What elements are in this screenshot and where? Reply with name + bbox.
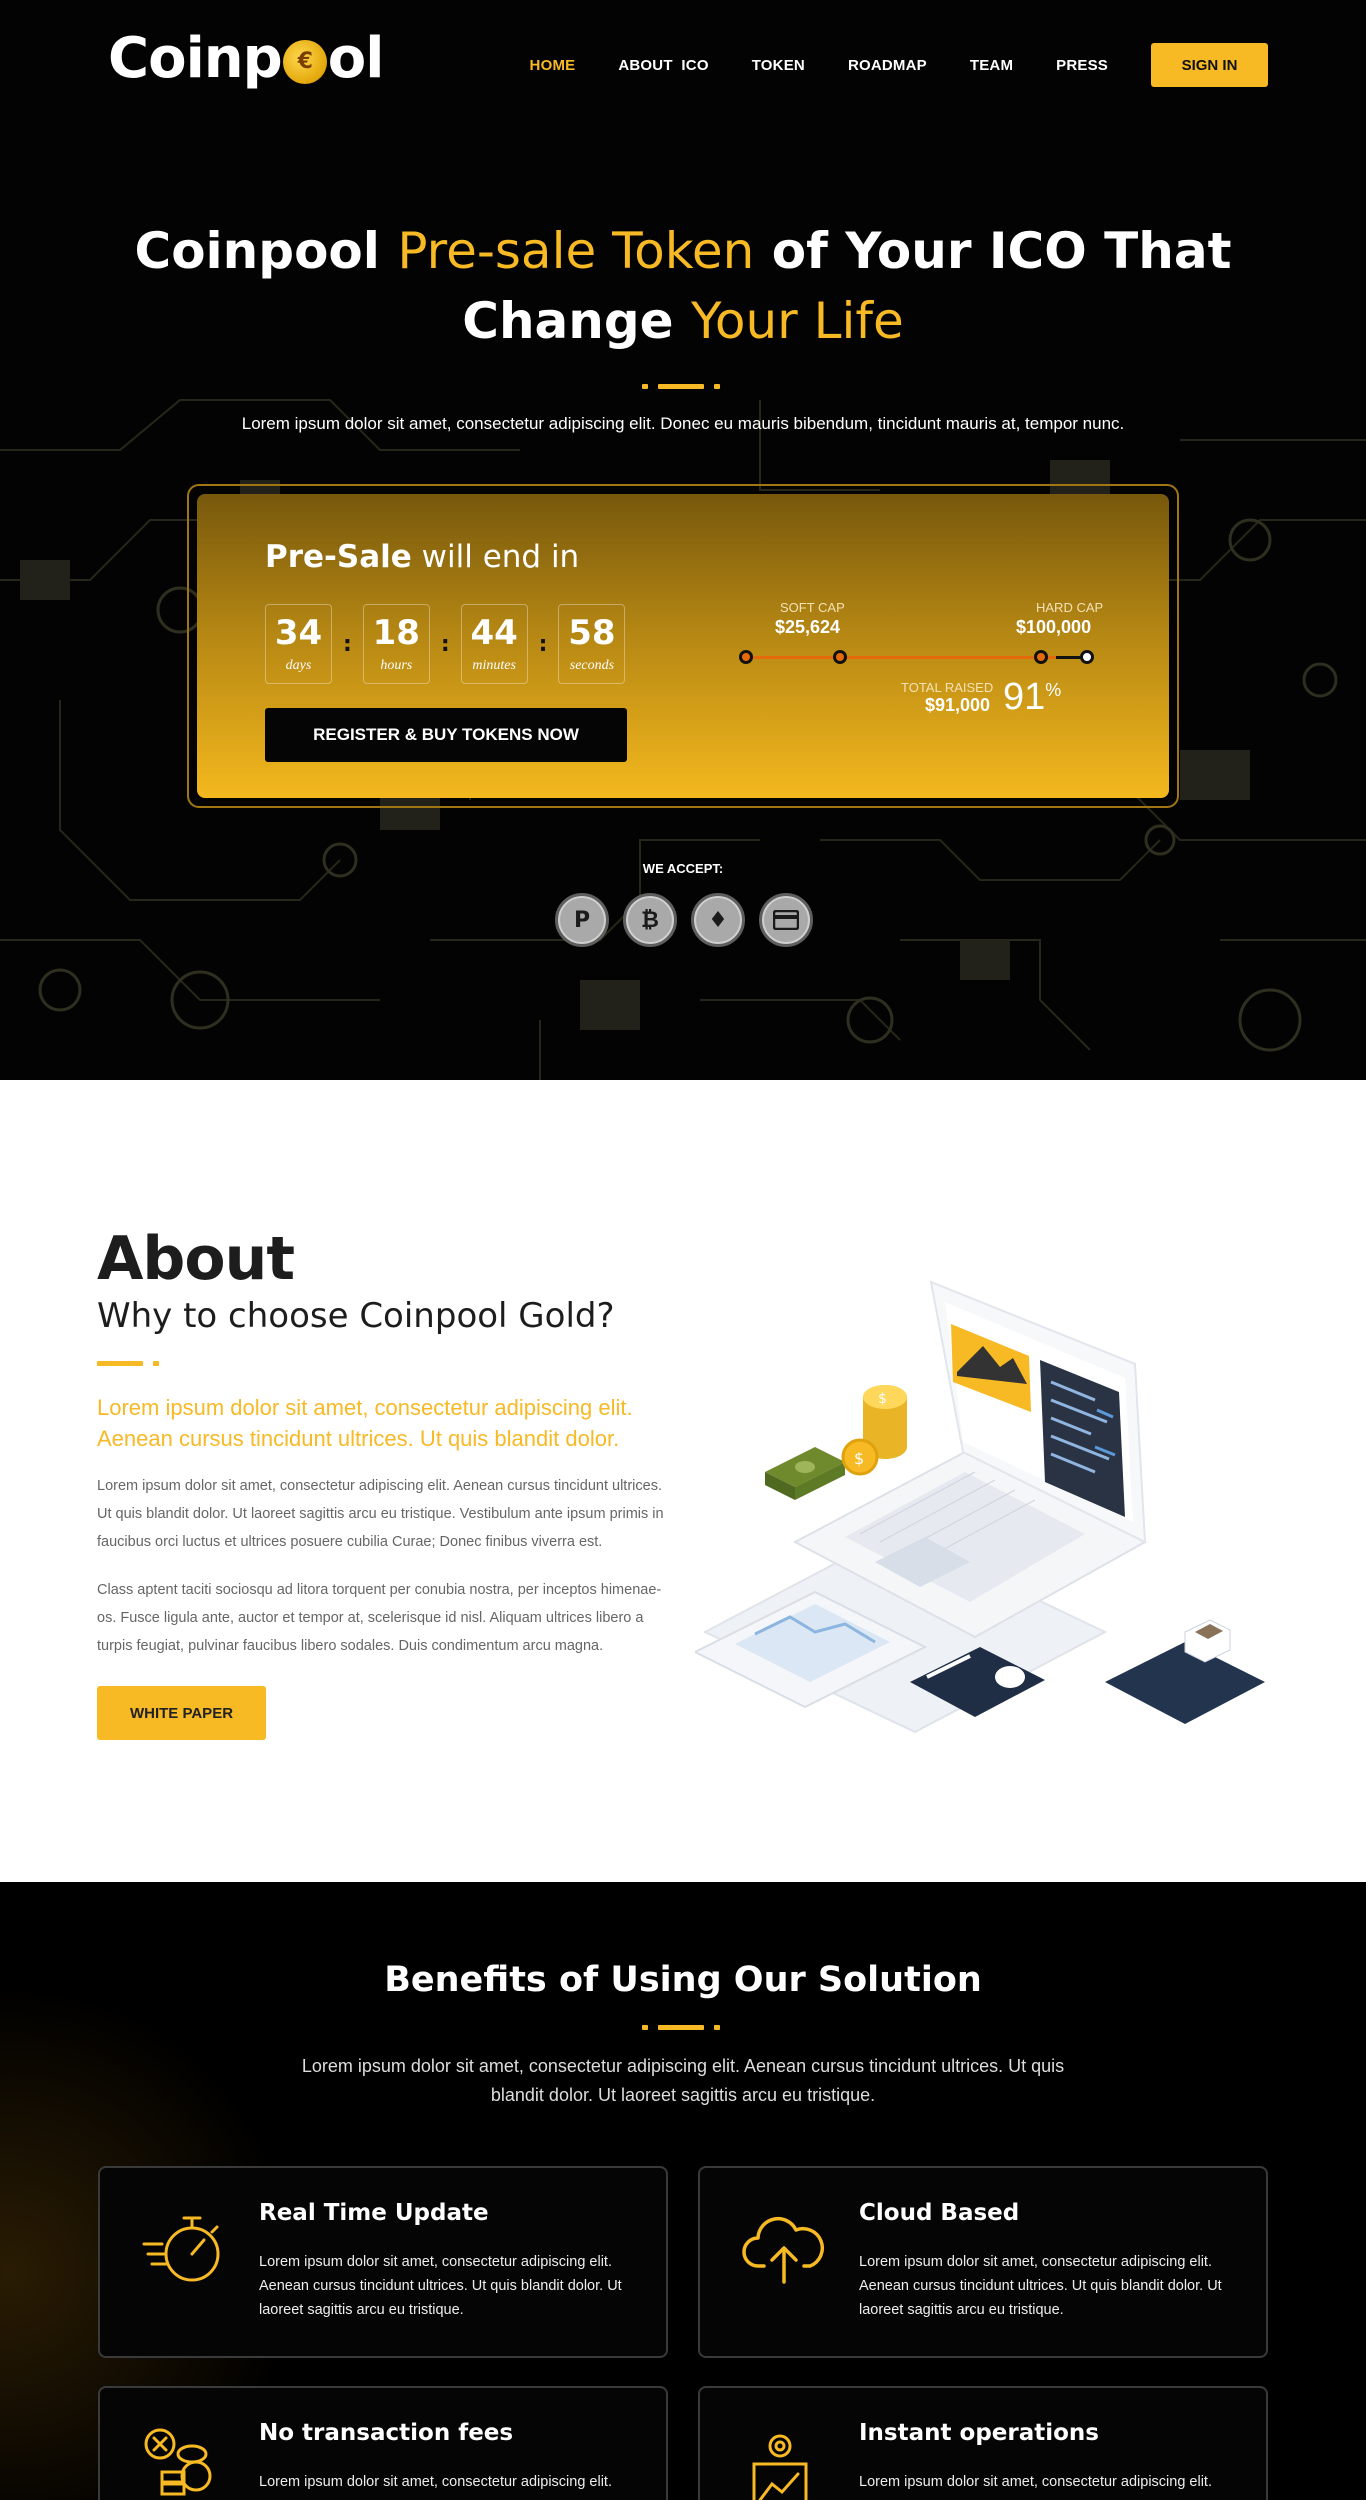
hero-title: Coinpool Pre-sale Token of Your ICO That… — [0, 216, 1366, 356]
timer-hours: 18 hours — [362, 604, 430, 684]
benefit-card: Cloud Based Lorem ipsum dolor sit amet, … — [698, 2166, 1268, 2358]
benefit-title: No transaction fees — [259, 2420, 514, 2446]
hero-divider — [642, 383, 720, 389]
presale-inner: Pre-Sale will end in 34 days : 18 hours : … — [197, 494, 1169, 798]
hero-title-line-1: Coinpool Pre-sale Token of Your ICO That — [134, 222, 1232, 280]
benefits-heading: Benefits of Using Our Solution — [384, 1960, 982, 2000]
svg-text:$: $ — [878, 1391, 887, 1407]
hard-cap-value: $100,000 — [1016, 617, 1092, 637]
timer-separator: : — [440, 631, 450, 657]
instant-chart-icon — [752, 2434, 808, 2500]
nav-press[interactable]: PRESS — [1056, 57, 1108, 74]
hero-subtitle: Lorem ipsum dolor sit amet, consectetur … — [241, 414, 1125, 433]
payment-methods: P ₿ ♦ — [555, 893, 813, 947]
benefit-text: Lorem ipsum dolor sit amet, consectetur … — [859, 2474, 1212, 2490]
about-subheading: Why to choose Coinpool Gold? — [97, 1296, 615, 1336]
timer-seconds: 58 seconds — [558, 604, 626, 684]
presale-title: Pre-Sale will end in — [265, 539, 580, 575]
about-paragraph-2: Class aptent taciti sociosqu ad litora t… — [97, 1582, 662, 1654]
nav-about-ico[interactable]: ABOUT ICO — [618, 57, 708, 74]
about-divider — [97, 1360, 159, 1366]
soft-cap-value: $25,624 — [775, 617, 841, 637]
soft-cap-marker — [833, 650, 847, 664]
benefit-title: Instant operations — [859, 2420, 1099, 2446]
benefit-text: Lorem ipsum dolor sit amet, consectetur … — [259, 2474, 612, 2490]
benefit-card: No transaction fees Lorem ipsum dolor si… — [98, 2386, 668, 2500]
laptop-isometric-illustration: $ $ — [695, 1280, 1265, 1734]
nav-home[interactable]: HOME — [530, 57, 576, 74]
sign-in-button[interactable]: SIGN IN — [1151, 43, 1268, 87]
progress-start-marker — [739, 650, 753, 664]
no-fees-coins-icon — [144, 2428, 212, 2496]
hard-cap-marker — [1080, 650, 1094, 664]
svg-text:$: $ — [854, 1449, 864, 1468]
current-progress-marker — [1034, 650, 1048, 664]
countdown-timer: 34 days : 18 hours : 44 minutes : 58 seconds — [265, 604, 626, 684]
raised-percent: 91% — [1003, 676, 1062, 718]
coin-logo-icon: € — [282, 22, 341, 84]
total-raised-label: TOTAL RAISED — [901, 680, 994, 695]
hard-cap-label: HARD CAP — [1036, 600, 1104, 615]
cloud-upload-icon — [742, 2216, 824, 2284]
timer-separator: : — [538, 631, 548, 657]
about-lead-text: Lorem ipsum dolor sit amet, consectetur … — [97, 1395, 633, 1451]
benefits-section: Benefits of Using Our Solution Lorem ips… — [0, 1882, 1366, 2500]
stopwatch-icon — [142, 2216, 220, 2282]
benefit-text: Lorem ipsum dolor sit amet, consectetur … — [859, 2254, 1222, 2318]
about-heading: About — [97, 1224, 295, 1294]
nav-token[interactable]: TOKEN — [752, 57, 805, 74]
benefit-title: Real Time Update — [259, 2200, 489, 2226]
hero-title-line-2: Change Your Life — [462, 292, 904, 350]
we-accept-label: WE ACCEPT: — [642, 861, 724, 876]
paypal-icon[interactable]: P — [555, 893, 609, 947]
about-section: About Why to choose Coinpool Gold? Lorem… — [0, 1080, 1366, 1882]
about-paragraph-1: Lorem ipsum dolor sit amet, consectetur … — [97, 1478, 664, 1550]
logo-text-start: Coinp — [108, 26, 283, 91]
timer-days: 34 days — [265, 604, 332, 684]
benefits-divider — [642, 2024, 720, 2030]
ethereum-icon[interactable]: ♦ — [691, 893, 745, 947]
benefits-subtitle: Lorem ipsum dolor sit amet, consectetur … — [301, 2056, 1065, 2105]
site-header: Coinp € ol HOME ABOUT ICO TOKEN ROADMAP … — [0, 0, 1366, 132]
white-paper-button[interactable]: WHITE PAPER — [97, 1686, 266, 1740]
benefit-title: Cloud Based — [859, 2200, 1020, 2226]
buy-tokens-button[interactable]: REGISTER & BUY TOKENS NOW — [265, 708, 627, 762]
benefit-card: Real Time Update Lorem ipsum dolor sit a… — [98, 2166, 668, 2358]
nav-team[interactable]: TEAM — [970, 57, 1013, 74]
soft-cap-label: SOFT CAP — [780, 600, 845, 615]
total-raised-value: $91,000 — [925, 695, 991, 715]
main-nav: HOME ABOUT ICO TOKEN ROADMAP TEAM PRESS … — [487, 43, 1268, 87]
coinpool-logo[interactable]: Coinp € ol — [108, 22, 385, 91]
logo-text-end: ol — [327, 26, 385, 91]
presale-panel: Pre-Sale will end in 34 days : 18 hours : … — [187, 484, 1179, 808]
nav-roadmap[interactable]: ROADMAP — [848, 57, 927, 74]
timer-minutes: 44 minutes — [460, 604, 528, 684]
benefit-card: Instant operations Lorem ipsum dolor sit… — [698, 2386, 1268, 2500]
timer-separator: : — [343, 631, 352, 657]
bitcoin-icon[interactable]: ₿ — [623, 893, 677, 947]
benefit-text: Lorem ipsum dolor sit amet, consectetur … — [259, 2254, 622, 2318]
credit-card-icon[interactable] — [759, 893, 813, 947]
